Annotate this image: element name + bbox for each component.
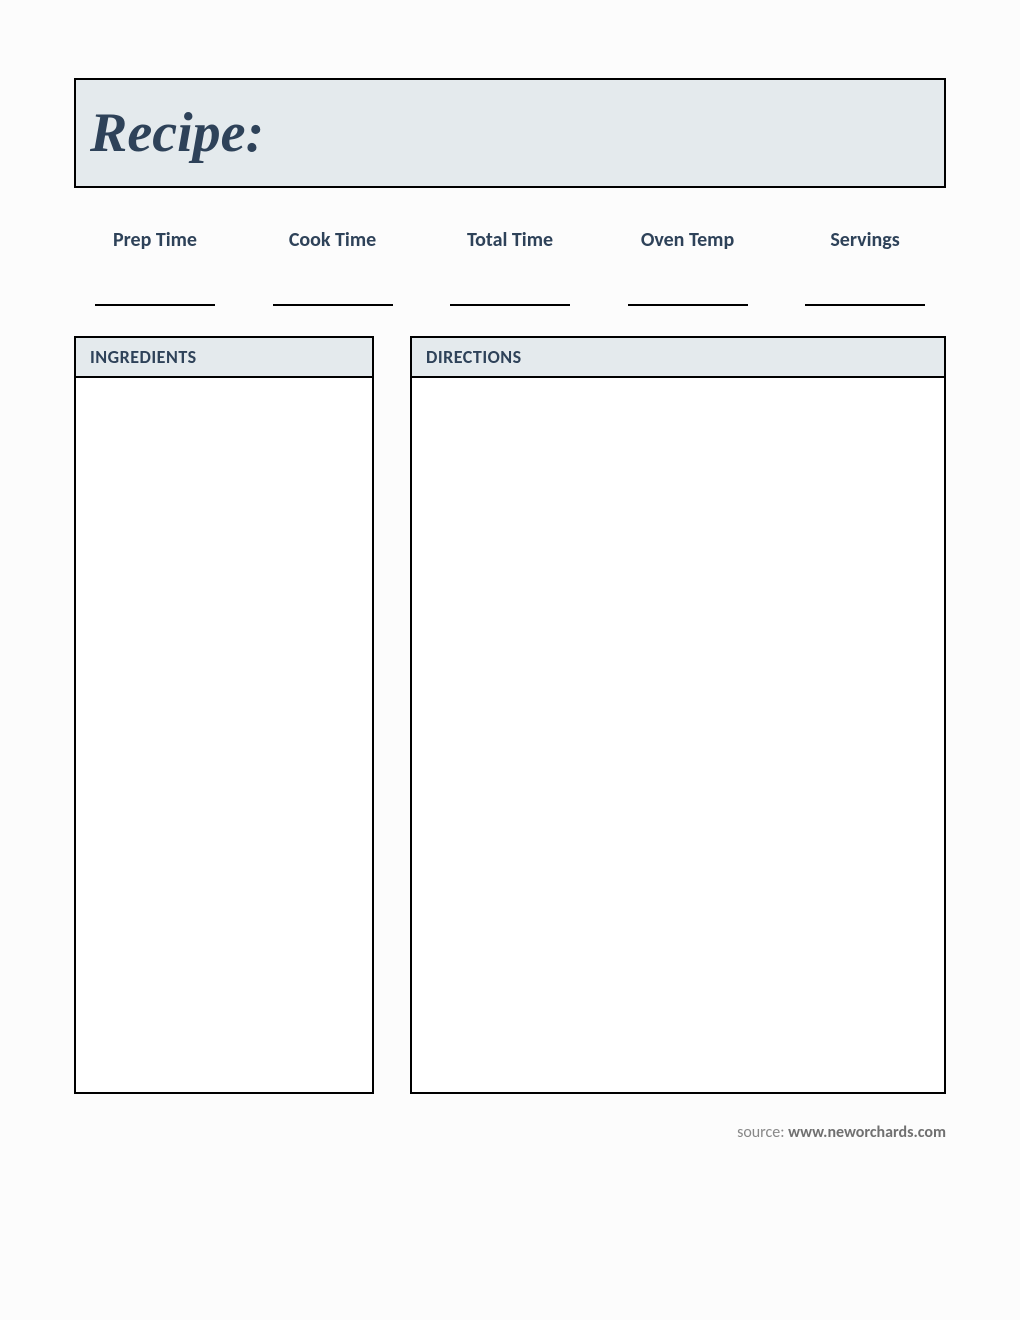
meta-total-time: Total Time	[435, 228, 585, 306]
total-time-input-line[interactable]	[450, 304, 570, 306]
source-url: www.neworchards.com	[788, 1123, 946, 1142]
ingredients-box: INGREDIENTS	[74, 336, 374, 1094]
total-time-label: Total Time	[467, 228, 553, 252]
content-row: INGREDIENTS DIRECTIONS	[74, 336, 946, 1094]
ingredients-body[interactable]	[76, 378, 372, 1092]
directions-box: DIRECTIONS	[410, 336, 946, 1094]
cook-time-label: Cook Time	[289, 228, 376, 252]
oven-temp-label: Oven Temp	[641, 228, 734, 252]
source-prefix: source:	[737, 1123, 788, 1142]
recipe-title: Recipe:	[90, 101, 264, 165]
meta-prep-time: Prep Time	[80, 228, 230, 306]
prep-time-label: Prep Time	[113, 228, 197, 252]
meta-servings: Servings	[790, 228, 940, 306]
meta-cook-time: Cook Time	[258, 228, 408, 306]
meta-row: Prep Time Cook Time Total Time Oven Temp…	[74, 228, 946, 306]
source-line: source: www.neworchards.com	[737, 1123, 946, 1142]
ingredients-header: INGREDIENTS	[76, 338, 372, 378]
directions-header: DIRECTIONS	[412, 338, 944, 378]
meta-oven-temp: Oven Temp	[613, 228, 763, 306]
directions-body[interactable]	[412, 378, 944, 1092]
servings-label: Servings	[830, 228, 899, 252]
prep-time-input-line[interactable]	[95, 304, 215, 306]
cook-time-input-line[interactable]	[273, 304, 393, 306]
servings-input-line[interactable]	[805, 304, 925, 306]
recipe-header: Recipe:	[74, 78, 946, 188]
oven-temp-input-line[interactable]	[628, 304, 748, 306]
